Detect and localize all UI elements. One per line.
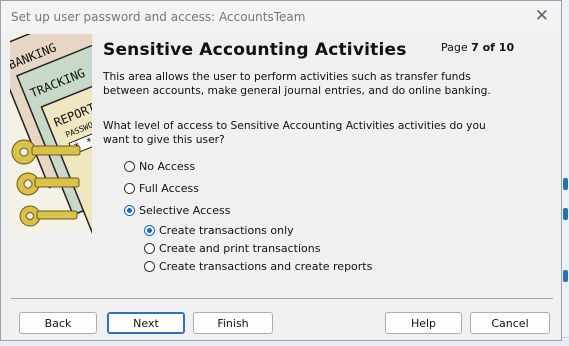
description-text: This area allows the user to perform act…: [103, 70, 491, 97]
radio-button-selected-icon[interactable]: [144, 225, 155, 236]
radio-label: Create transactions and create reports: [159, 260, 373, 273]
footer-separator: [11, 298, 553, 299]
cancel-button[interactable]: Cancel: [470, 312, 550, 334]
keys-and-cards-image: BANKING TRACKING REPORTS PASSWORD * * *: [10, 34, 92, 234]
radio-button-icon[interactable]: [144, 261, 155, 272]
radio-full-access[interactable]: Full Access: [124, 182, 199, 195]
radio-label: Create transactions only: [159, 224, 294, 237]
radio-create-and-print[interactable]: Create and print transactions: [144, 242, 320, 255]
title-bar: Set up user password and access: Account…: [1, 1, 561, 33]
finish-button[interactable]: Finish: [193, 312, 273, 334]
radio-create-transactions-only[interactable]: Create transactions only: [144, 224, 294, 237]
radio-label: Create and print transactions: [159, 242, 321, 255]
security-illustration: BANKING TRACKING REPORTS PASSWORD * * *: [10, 34, 92, 234]
radio-label: Selective Access: [139, 204, 231, 217]
radio-label: Full Access: [139, 182, 199, 195]
background-app-edge: [561, 0, 569, 346]
radio-create-and-reports[interactable]: Create transactions and create reports: [144, 260, 372, 273]
radio-selective-access[interactable]: Selective Access: [124, 204, 230, 217]
radio-no-access[interactable]: No Access: [124, 160, 195, 173]
radio-button-icon[interactable]: [144, 243, 155, 254]
page-value: 7 of 10: [471, 41, 515, 54]
next-button[interactable]: Next: [107, 312, 185, 334]
radio-button-icon[interactable]: [124, 183, 135, 194]
close-icon[interactable]: ✕: [535, 6, 549, 26]
radio-button-selected-icon[interactable]: [124, 205, 135, 216]
page-indicator: Page 7 of 10: [441, 41, 514, 54]
window-title: Set up user password and access: Account…: [11, 10, 306, 24]
page-prefix: Page: [441, 41, 472, 54]
back-button[interactable]: Back: [19, 312, 97, 334]
user-access-dialog: Set up user password and access: Account…: [0, 0, 562, 341]
radio-button-icon[interactable]: [124, 161, 135, 172]
help-button[interactable]: Help: [385, 312, 462, 334]
radio-label: No Access: [139, 160, 196, 173]
question-text: What level of access to Sensitive Accoun…: [103, 119, 486, 146]
page-title: Sensitive Accounting Activities: [103, 40, 407, 60]
